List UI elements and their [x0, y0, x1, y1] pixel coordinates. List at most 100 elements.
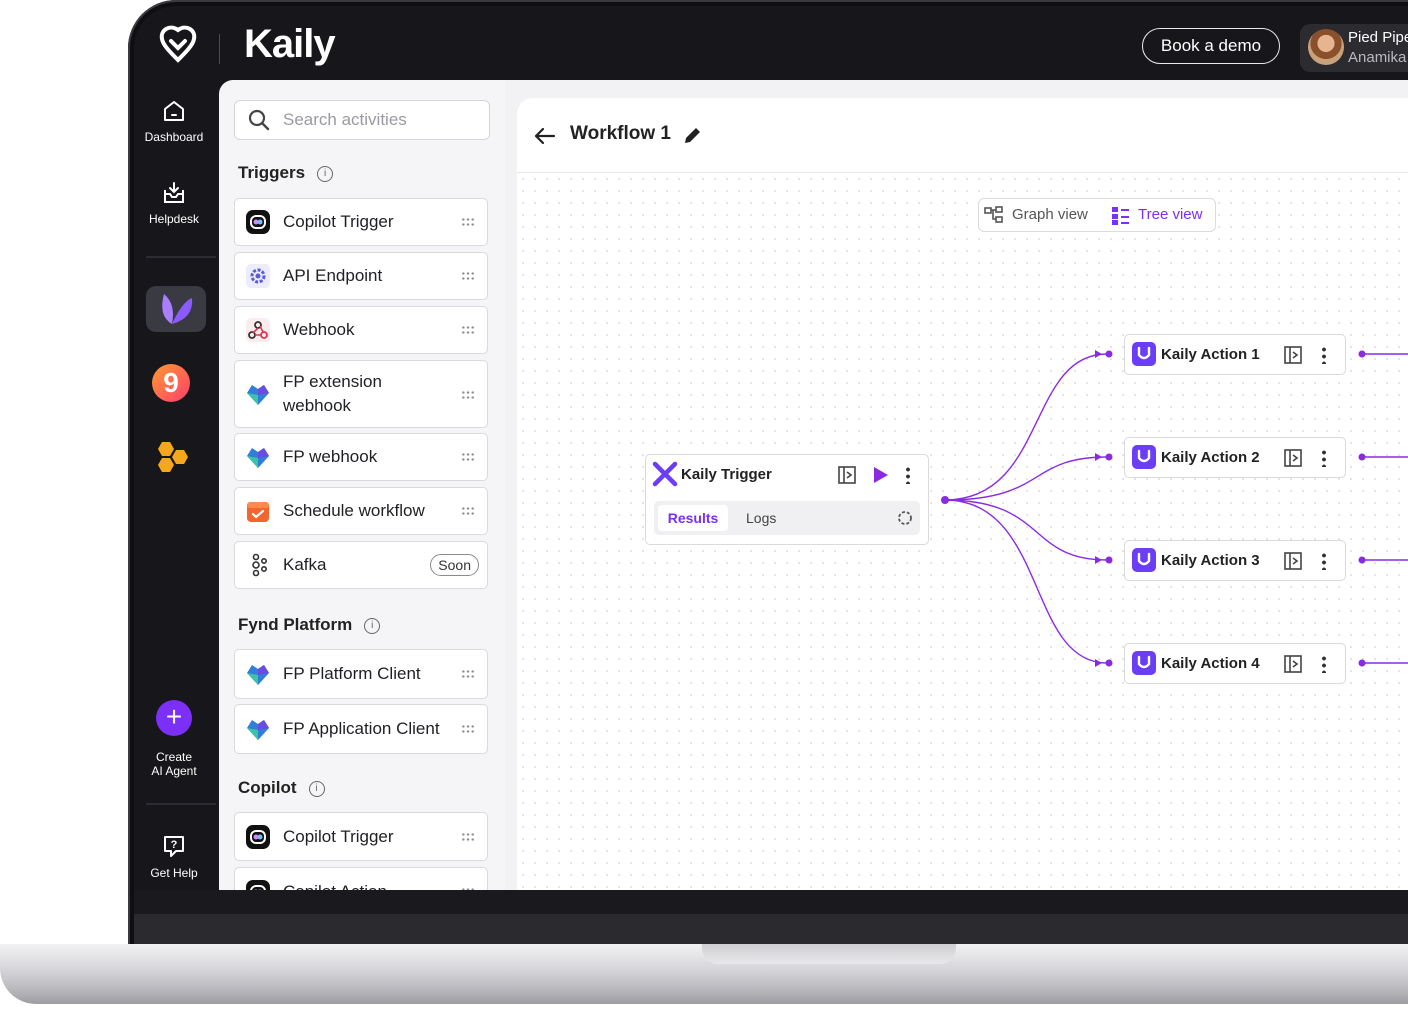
info-icon[interactable]: i	[364, 618, 381, 634]
tab-logs[interactable]: Logs	[746, 505, 776, 531]
play-icon[interactable]	[870, 465, 890, 485]
loading-spinner-icon	[898, 511, 912, 525]
laptop-base	[0, 944, 1408, 1004]
kafka-icon	[252, 553, 267, 577]
app-screen: Kaily Book a demo Pied Piper Anamika Das…	[134, 6, 1408, 890]
section-fynd-platform: Fynd Platform i	[238, 615, 381, 635]
activity-webhook[interactable]: Webhook	[234, 306, 488, 354]
action-label: Kaily Action 4	[1161, 655, 1260, 672]
open-panel-icon[interactable]	[837, 465, 857, 485]
rail-helpdesk[interactable]: Helpdesk	[134, 180, 214, 226]
activity-fp-extension-webhook[interactable]: FP extension webhook	[234, 360, 488, 428]
app-nine-tile[interactable]: 9	[152, 364, 190, 402]
activity-label: Copilot Action	[283, 880, 453, 890]
rail-help-label: Get Help	[150, 866, 198, 880]
activity-fp-application-client[interactable]: FP Application Client	[234, 704, 488, 754]
activity-copilot-trigger-2[interactable]: Copilot Trigger	[234, 812, 488, 861]
calendar-icon	[247, 502, 269, 522]
open-panel-icon[interactable]	[1283, 345, 1303, 365]
activity-api-endpoint[interactable]: API Endpoint	[234, 252, 488, 300]
section-triggers: Triggers i	[238, 163, 334, 183]
activity-label: Schedule workflow	[283, 501, 425, 520]
kaily-action-icon	[1132, 342, 1156, 366]
trigger-node[interactable]: Kaily Trigger Results Logs	[645, 454, 929, 545]
kaily-action-icon	[1132, 445, 1156, 469]
activity-copilot-trigger[interactable]: Copilot Trigger	[234, 198, 488, 246]
info-icon[interactable]: i	[317, 166, 334, 182]
help-icon: ?	[164, 836, 184, 857]
kaily-logo-icon[interactable]	[156, 24, 200, 73]
more-options-icon[interactable]	[1322, 552, 1326, 570]
copilot-icon	[246, 825, 270, 849]
drag-handle-icon[interactable]	[461, 390, 475, 400]
drag-handle-icon[interactable]	[461, 724, 475, 734]
logo-divider	[219, 34, 220, 64]
tab-results[interactable]: Results	[658, 505, 728, 531]
info-icon[interactable]: i	[308, 781, 325, 797]
create-agent-button[interactable]: +	[156, 700, 192, 736]
drag-handle-icon[interactable]	[461, 669, 475, 679]
more-options-icon[interactable]	[906, 466, 910, 484]
activity-label: Webhook	[283, 320, 355, 339]
action-node-1[interactable]: Kaily Action 1	[1124, 334, 1346, 375]
activity-schedule-workflow[interactable]: Schedule workflow	[234, 487, 488, 535]
drag-handle-icon[interactable]	[461, 271, 475, 281]
soon-badge: Soon	[430, 554, 479, 576]
rail-get-help[interactable]: ? Get Help	[134, 832, 214, 880]
more-options-icon[interactable]	[1322, 346, 1326, 364]
rail-dashboard[interactable]: Dashboard	[134, 98, 214, 144]
action-node-2[interactable]: Kaily Action 2	[1124, 437, 1346, 478]
laptop-chin	[134, 890, 1408, 946]
webhook-icon	[246, 318, 270, 342]
kaily-trigger-icon	[652, 461, 678, 487]
open-panel-icon[interactable]	[1283, 654, 1303, 674]
search-placeholder: Search activities	[283, 110, 407, 129]
drag-handle-icon[interactable]	[461, 887, 475, 890]
activity-fp-platform-client[interactable]: FP Platform Client	[234, 649, 488, 699]
action-node-4[interactable]: Kaily Action 4	[1124, 643, 1346, 684]
workflow-area: Workflow 1 Graph view Tree view Kaily Tr…	[505, 80, 1408, 890]
book-demo-button[interactable]: Book a demo	[1142, 28, 1280, 64]
app-hex-tile[interactable]	[152, 440, 190, 478]
more-options-icon[interactable]	[1322, 655, 1326, 673]
honeycomb-app-icon	[158, 442, 188, 472]
activity-fp-webhook[interactable]: FP webhook	[234, 433, 488, 481]
open-panel-icon[interactable]	[1283, 551, 1303, 571]
activity-label: API Endpoint	[283, 266, 383, 285]
drag-handle-icon[interactable]	[461, 217, 475, 227]
action-node-3[interactable]: Kaily Action 3	[1124, 540, 1346, 581]
action-label: Kaily Action 1	[1161, 346, 1260, 363]
brand-name: Kaily	[244, 22, 336, 66]
home-icon	[164, 101, 184, 121]
drag-handle-icon[interactable]	[461, 452, 475, 462]
action-label: Kaily Action 3	[1161, 552, 1260, 569]
kaily-action-icon	[1132, 548, 1156, 572]
rail-dashboard-label: Dashboard	[144, 130, 204, 144]
activity-label: Copilot Trigger	[283, 212, 394, 231]
copilot-icon	[246, 880, 270, 890]
rail-helpdesk-label: Helpdesk	[148, 212, 200, 226]
nine-app-icon: 9	[163, 367, 179, 398]
drag-handle-icon[interactable]	[461, 832, 475, 842]
more-options-icon[interactable]	[1322, 449, 1326, 467]
activity-label: Copilot Trigger	[283, 827, 394, 846]
create-agent-label: Create AI Agent	[134, 750, 214, 778]
drag-handle-icon[interactable]	[461, 325, 475, 335]
user-name: Anamika	[1348, 49, 1407, 66]
search-input[interactable]: Search activities	[234, 100, 490, 140]
create-line1: Create	[155, 750, 193, 764]
open-panel-icon[interactable]	[1283, 448, 1303, 468]
kaily-action-icon	[1132, 651, 1156, 675]
activity-label: FP Application Client	[283, 719, 440, 738]
section-copilot: Copilot i	[238, 778, 325, 798]
inbox-icon	[164, 182, 184, 203]
app-leaf-tile[interactable]	[146, 286, 206, 332]
rail-divider	[146, 256, 216, 258]
trigger-tabs: Results Logs	[654, 501, 920, 535]
activity-copilot-action[interactable]: Copilot Action	[234, 867, 488, 890]
activity-kafka: Kafka Soon	[234, 541, 488, 589]
fynd-icon	[247, 720, 269, 740]
drag-handle-icon[interactable]	[461, 506, 475, 516]
fynd-icon	[247, 665, 269, 685]
user-menu[interactable]: Pied Piper Anamika	[1300, 24, 1408, 72]
